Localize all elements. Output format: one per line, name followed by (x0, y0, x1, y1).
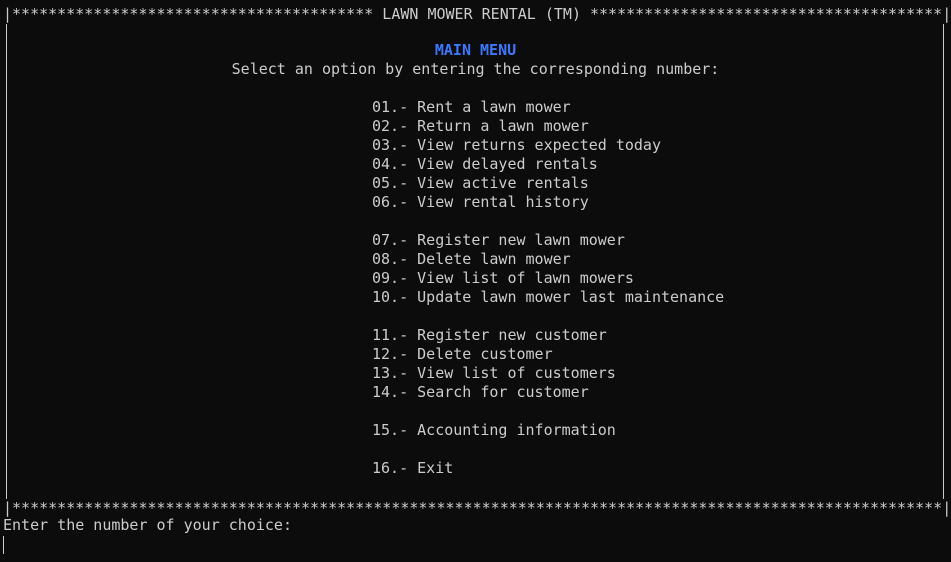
menu-item-label: Rent a lawn mower (417, 98, 571, 116)
menu-item-accounting[interactable]: 15.- Accounting information (372, 421, 616, 440)
menu-item-returns-expected-today[interactable]: 03.- View returns expected today (372, 136, 661, 155)
menu-item-label: View list of lawn mowers (417, 269, 634, 287)
menu-item-number: 02.- (372, 117, 409, 135)
menu-item-list-customers[interactable]: 13.- View list of customers (372, 364, 616, 383)
menu-item-exit[interactable]: 16.- Exit (372, 459, 453, 478)
menu-item-label: Register new lawn mower (417, 231, 625, 249)
menu-item-label: Delete customer (417, 345, 553, 363)
menu-item-label: Return a lawn mower (417, 117, 589, 135)
menu-item-number: 10.- (372, 288, 409, 306)
menu-item-delayed-rentals[interactable]: 04.- View delayed rentals (372, 155, 598, 174)
menu-item-number: 01.- (372, 98, 409, 116)
menu-item-label: View returns expected today (417, 136, 661, 154)
menu-item-label: View delayed rentals (417, 155, 598, 173)
menu-item-number: 04.- (372, 155, 409, 173)
menu-item-register-customer[interactable]: 11.- Register new customer (372, 326, 607, 345)
menu-item-label: Register new customer (417, 326, 607, 344)
menu-item-rent-lawn-mower[interactable]: 01.- Rent a lawn mower (372, 98, 571, 117)
menu-item-number: 14.- (372, 383, 409, 401)
menu-item-number: 11.- (372, 326, 409, 344)
menu-item-active-rentals[interactable]: 05.- View active rentals (372, 174, 589, 193)
menu-item-number: 12.- (372, 345, 409, 363)
menu-item-label: Search for customer (417, 383, 589, 401)
menu-item-register-lawn-mower[interactable]: 07.- Register new lawn mower (372, 231, 625, 250)
menu-item-number: 13.- (372, 364, 409, 382)
menu-title: MAIN MENU (434, 41, 517, 59)
menu-item-number: 06.- (372, 193, 409, 211)
menu-item-label: Exit (417, 459, 454, 477)
menu-item-delete-lawn-mower[interactable]: 08.- Delete lawn mower (372, 250, 571, 269)
menu-item-label: View active rentals (417, 174, 589, 192)
menu-item-list-lawn-mowers[interactable]: 09.- View list of lawn mowers (372, 269, 634, 288)
menu-instructions: Select an option by entering the corresp… (231, 60, 720, 78)
menu-item-return-lawn-mower[interactable]: 02.- Return a lawn mower (372, 117, 589, 136)
frame-left-border (6, 24, 7, 499)
text-cursor[interactable] (3, 536, 4, 554)
menu-item-delete-customer[interactable]: 12.- Delete customer (372, 345, 553, 364)
menu-item-rental-history[interactable]: 06.- View rental history (372, 193, 589, 212)
frame-right-border (943, 24, 944, 499)
frame-top-border: |***************************************… (3, 5, 948, 23)
menu-item-number: 03.- (372, 136, 409, 154)
menu-item-label: View rental history (417, 193, 589, 211)
menu-item-number: 05.- (372, 174, 409, 192)
menu-item-number: 08.- (372, 250, 409, 268)
menu-item-search-customer[interactable]: 14.- Search for customer (372, 383, 589, 402)
menu-item-label: Delete lawn mower (417, 250, 571, 268)
menu-item-label: Accounting information (417, 421, 616, 439)
menu-item-label: Update lawn mower last maintenance (417, 288, 725, 306)
menu-item-number: 16.- (372, 459, 409, 477)
menu-item-number: 07.- (372, 231, 409, 249)
menu-item-number: 15.- (372, 421, 409, 439)
choice-prompt: Enter the number of your choice: (3, 516, 292, 534)
menu-item-number: 09.- (372, 269, 409, 287)
menu-item-label: View list of customers (417, 364, 616, 382)
menu-item-update-maintenance[interactable]: 10.- Update lawn mower last maintenance (372, 288, 724, 307)
